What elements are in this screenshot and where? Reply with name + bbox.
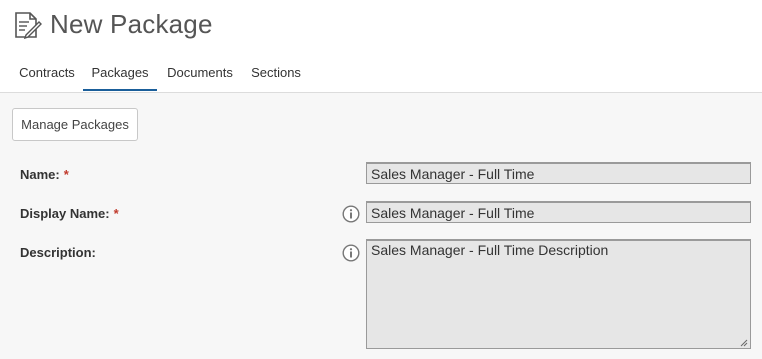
tab-documents[interactable]: Documents — [160, 60, 240, 91]
tab-contracts[interactable]: Contracts — [12, 60, 82, 91]
page-header: New Package Contracts Packages Documents… — [0, 0, 762, 93]
page-title: New Package — [50, 9, 213, 39]
display-name-label: Display Name: * — [20, 206, 119, 221]
tab-sections[interactable]: Sections — [245, 60, 307, 91]
manage-packages-button[interactable]: Manage Packages — [12, 108, 138, 141]
required-marker: * — [63, 167, 69, 182]
description-label-text: Description: — [20, 245, 96, 260]
description-field[interactable]: Sales Manager - Full Time Description — [366, 239, 751, 349]
tab-packages[interactable]: Packages — [83, 60, 157, 91]
form-panel: Manage Packages Name:* Display Name:* De… — [0, 93, 762, 359]
name-label: Name: * — [20, 167, 69, 182]
name-field[interactable] — [366, 162, 751, 184]
name-label-text: Name: — [20, 167, 60, 182]
info-icon[interactable] — [342, 205, 360, 223]
info-icon[interactable] — [342, 244, 360, 262]
resize-grip-icon[interactable] — [740, 339, 748, 347]
document-edit-icon — [15, 12, 42, 40]
display-name-field[interactable] — [366, 201, 751, 223]
display-name-label-text: Display Name: — [20, 206, 110, 221]
description-label: Description: — [20, 245, 96, 260]
required-marker: * — [113, 206, 119, 221]
